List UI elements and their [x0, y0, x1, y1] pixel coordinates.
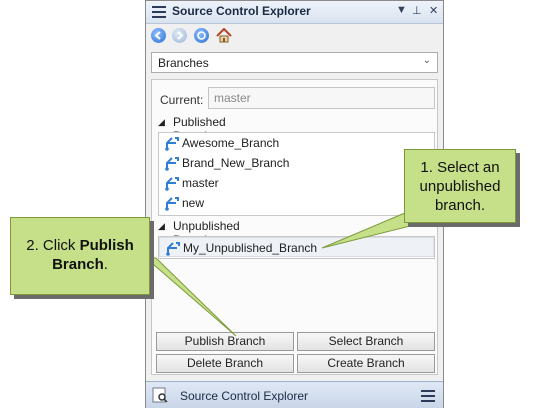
callout-text-line: 1. Select an — [420, 159, 500, 176]
callout-publish-branch: 2. Click Publish Branch. — [10, 217, 150, 295]
callout-bold-text: Branch — [52, 256, 104, 273]
callout-bold-text: Publish — [79, 237, 134, 254]
callout-text-line: unpublished — [419, 178, 501, 195]
callout-text: . — [103, 256, 108, 273]
callout-select-branch: 1. Select an unpublished branch. — [404, 149, 516, 223]
callout-text-line: branch. — [434, 197, 486, 214]
callout-text: 2. Click — [26, 237, 80, 254]
